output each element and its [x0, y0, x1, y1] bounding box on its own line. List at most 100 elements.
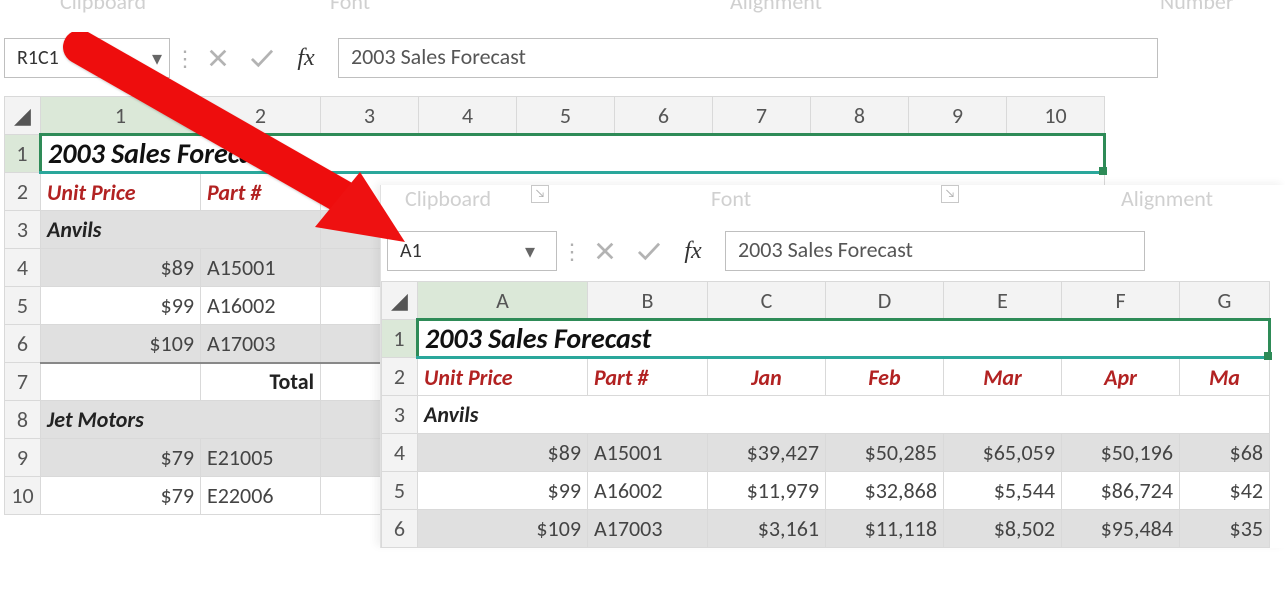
- dialog-launcher-icon[interactable]: ↘: [941, 185, 959, 203]
- spreadsheet-grid-a1[interactable]: ◢ A B C D E F G 1 2003 Sales Forecast 2 …: [381, 281, 1285, 548]
- cell[interactable]: $89: [41, 249, 201, 287]
- table-row: 1 2003 Sales Forecast: [382, 320, 1270, 358]
- cell[interactable]: $109: [41, 325, 201, 363]
- title-cell[interactable]: 2003 Sales Forecast: [41, 135, 1105, 173]
- select-all-corner[interactable]: ◢: [5, 97, 41, 135]
- cell[interactable]: $99: [41, 287, 201, 325]
- cell[interactable]: $79: [41, 439, 201, 477]
- row-header[interactable]: 4: [382, 434, 418, 472]
- name-box-dropdown-icon[interactable]: ▾: [518, 239, 542, 264]
- insert-function-button[interactable]: fx: [286, 38, 326, 78]
- cell[interactable]: A15001: [201, 249, 321, 287]
- cell-unit-price-header[interactable]: Unit Price: [41, 173, 201, 211]
- col-header[interactable]: 7: [713, 97, 811, 135]
- col-header[interactable]: 8: [811, 97, 909, 135]
- cell-month-header[interactable]: Jan: [708, 358, 826, 396]
- row-header[interactable]: 3: [5, 211, 41, 249]
- cell[interactable]: A16002: [201, 287, 321, 325]
- cell[interactable]: A16002: [588, 472, 708, 510]
- cell[interactable]: $8,502: [944, 510, 1062, 548]
- row-header[interactable]: 1: [382, 320, 418, 358]
- cell[interactable]: $39,427: [708, 434, 826, 472]
- col-header[interactable]: A: [418, 282, 588, 320]
- row-header[interactable]: 6: [382, 510, 418, 548]
- col-header[interactable]: 1: [41, 97, 201, 135]
- row-header[interactable]: 7: [5, 363, 41, 401]
- cell[interactable]: $95,484: [1062, 510, 1180, 548]
- col-header[interactable]: 5: [517, 97, 615, 135]
- cell-month-header[interactable]: Feb: [826, 358, 944, 396]
- row-header[interactable]: 4: [5, 249, 41, 287]
- cell[interactable]: $109: [418, 510, 588, 548]
- cell[interactable]: A17003: [588, 510, 708, 548]
- row-header[interactable]: 9: [5, 439, 41, 477]
- col-header[interactable]: 2: [201, 97, 321, 135]
- cell[interactable]: $65,059: [944, 434, 1062, 472]
- section-jet-motors[interactable]: Jet Motors: [41, 401, 321, 439]
- cancel-button[interactable]: [198, 38, 238, 78]
- cell[interactable]: $42: [1180, 472, 1270, 510]
- cell[interactable]: $5,544: [944, 472, 1062, 510]
- select-all-corner[interactable]: ◢: [382, 282, 418, 320]
- col-header[interactable]: 9: [909, 97, 1007, 135]
- col-header[interactable]: 6: [615, 97, 713, 135]
- row-header[interactable]: 3: [382, 396, 418, 434]
- col-header[interactable]: 10: [1007, 97, 1105, 135]
- cell[interactable]: $35: [1180, 510, 1270, 548]
- ribbon-label-clipboard: Clipboard: [60, 0, 146, 15]
- row-header[interactable]: 10: [5, 477, 41, 515]
- name-box[interactable]: A1 ▾: [387, 231, 557, 271]
- cell[interactable]: $68: [1180, 434, 1270, 472]
- col-header[interactable]: E: [944, 282, 1062, 320]
- cell[interactable]: A15001: [588, 434, 708, 472]
- col-header[interactable]: B: [588, 282, 708, 320]
- col-header[interactable]: F: [1062, 282, 1180, 320]
- cell[interactable]: $3,161: [708, 510, 826, 548]
- cell[interactable]: $32,868: [826, 472, 944, 510]
- name-box[interactable]: R1C1 ▾: [4, 38, 170, 78]
- name-box-dropdown-icon[interactable]: ▾: [145, 46, 169, 71]
- cell[interactable]: E21005: [201, 439, 321, 477]
- enter-button[interactable]: [242, 38, 282, 78]
- formula-bar-input[interactable]: 2003 Sales Forecast: [338, 38, 1158, 78]
- cell[interactable]: $11,118: [826, 510, 944, 548]
- insert-function-button[interactable]: fx: [673, 231, 713, 271]
- cell-month-header[interactable]: Apr: [1062, 358, 1180, 396]
- cell-month-header[interactable]: Mar: [944, 358, 1062, 396]
- row-header[interactable]: 2: [5, 173, 41, 211]
- cell[interactable]: A17003: [201, 325, 321, 363]
- cell-month-header[interactable]: Ma: [1180, 358, 1270, 396]
- row-header[interactable]: 2: [382, 358, 418, 396]
- col-header[interactable]: D: [826, 282, 944, 320]
- total-label[interactable]: Total: [201, 363, 321, 401]
- section-anvils[interactable]: Anvils: [41, 211, 321, 249]
- cell[interactable]: $79: [41, 477, 201, 515]
- cancel-button[interactable]: [585, 231, 625, 271]
- col-header[interactable]: 3: [321, 97, 419, 135]
- cell[interactable]: $50,196: [1062, 434, 1180, 472]
- cell[interactable]: $99: [418, 472, 588, 510]
- col-header[interactable]: 4: [419, 97, 517, 135]
- title-cell[interactable]: 2003 Sales Forecast: [418, 320, 1270, 358]
- cell[interactable]: $11,979: [708, 472, 826, 510]
- cell[interactable]: E22006: [201, 477, 321, 515]
- row-header[interactable]: 6: [5, 325, 41, 363]
- row-header[interactable]: 8: [5, 401, 41, 439]
- col-header[interactable]: C: [708, 282, 826, 320]
- cell[interactable]: $50,285: [826, 434, 944, 472]
- col-header[interactable]: G: [1180, 282, 1270, 320]
- enter-button[interactable]: [629, 231, 669, 271]
- section-anvils[interactable]: Anvils: [418, 396, 1270, 434]
- cell-part-header[interactable]: Part #: [201, 173, 321, 211]
- row-header[interactable]: 1: [5, 135, 41, 173]
- cell[interactable]: $89: [418, 434, 588, 472]
- row-header[interactable]: 5: [382, 472, 418, 510]
- ribbon-label-font: Font: [711, 185, 751, 212]
- formula-bar-input[interactable]: 2003 Sales Forecast: [725, 231, 1145, 271]
- cell-unit-price-header[interactable]: Unit Price: [418, 358, 588, 396]
- cell[interactable]: $86,724: [1062, 472, 1180, 510]
- cell-part-header[interactable]: Part #: [588, 358, 708, 396]
- dialog-launcher-icon[interactable]: ↘: [531, 185, 549, 203]
- row-header[interactable]: 5: [5, 287, 41, 325]
- table-row: 4 $89 A15001 $39,427 $50,285 $65,059 $50…: [382, 434, 1270, 472]
